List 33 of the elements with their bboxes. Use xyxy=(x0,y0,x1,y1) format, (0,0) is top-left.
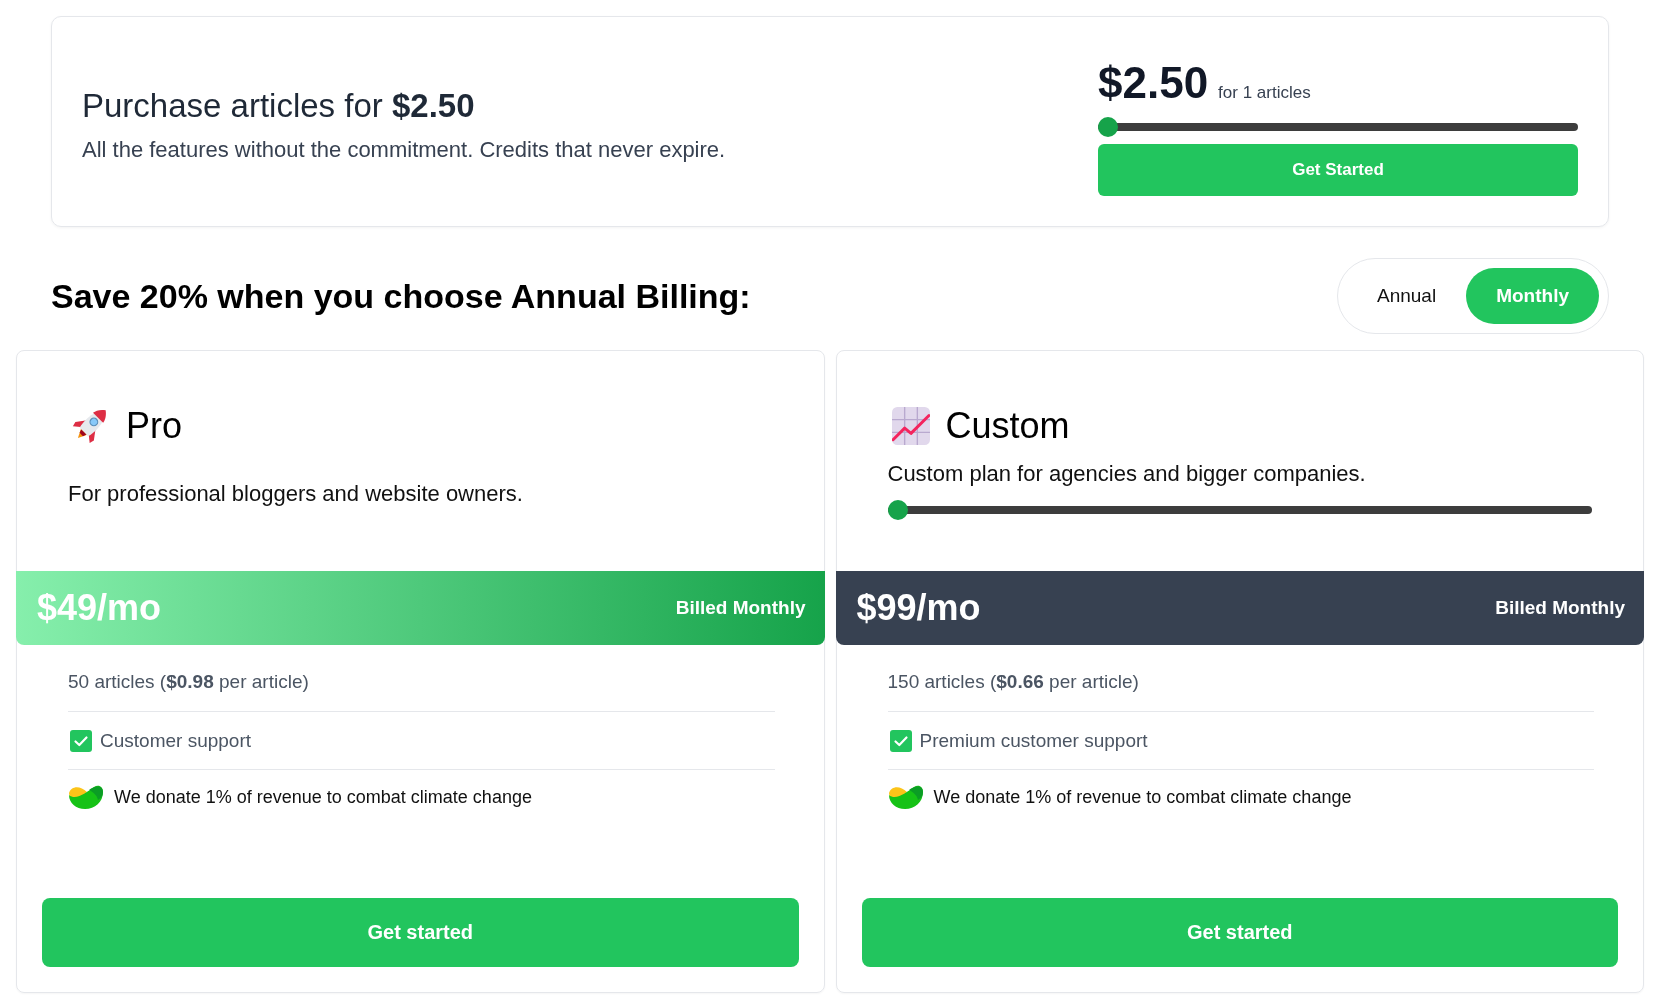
checkbox-checked-icon[interactable] xyxy=(889,729,912,752)
donation-text: We donate 1% of revenue to combat climate change xyxy=(114,786,532,808)
plan-description: Custom plan for agencies and bigger companies. xyxy=(887,461,1367,487)
billing-heading: Save 20% when you choose Annual Billing: xyxy=(51,276,751,316)
donation-text: We donate 1% of revenue to combat climate change xyxy=(933,786,1352,808)
feature-label: Premium customer support xyxy=(919,729,1148,753)
amount-note: for 1 articles xyxy=(1218,83,1311,103)
get-started-button[interactable]: Get started xyxy=(861,898,1618,967)
checkbox-checked-icon[interactable] xyxy=(70,729,92,752)
plan-price: $99/mo xyxy=(856,587,981,629)
billing-period: Billed Monthly xyxy=(1495,597,1625,619)
slider-track[interactable] xyxy=(887,500,1592,520)
article-quota: 150 articles ($0.66 per article) xyxy=(887,645,1594,712)
slider-thumb[interactable] xyxy=(1098,117,1118,137)
get-started-button[interactable]: Get started xyxy=(42,898,799,967)
leaf-icon xyxy=(887,784,924,810)
purchase-subtitle: All the features without the commitment. Credits that never expire. xyxy=(82,137,726,164)
article-quota: 50 articles ($0.98 per article) xyxy=(68,645,775,712)
get-started-button[interactable]: Get Started xyxy=(1098,144,1578,196)
billing-option[interactable]: Monthly xyxy=(1466,268,1599,324)
purchase-title: Purchase articles for $2.50 xyxy=(82,85,476,126)
billing-period: Billed Monthly xyxy=(675,597,806,619)
slider-track[interactable] xyxy=(1098,117,1578,137)
plan-name: Custom xyxy=(945,405,1070,447)
plan-description: For professional bloggers and website owners. xyxy=(68,481,524,507)
chart-icon xyxy=(891,407,930,445)
amount-text: $2.50 xyxy=(1098,57,1209,109)
billing-option[interactable]: Annual xyxy=(1347,268,1467,324)
plan-price: $49/mo xyxy=(37,587,162,629)
slider-thumb[interactable] xyxy=(887,500,908,520)
feature-label: Customer support xyxy=(100,729,251,753)
leaf-icon xyxy=(68,784,104,810)
plan-name: Pro xyxy=(126,405,183,447)
